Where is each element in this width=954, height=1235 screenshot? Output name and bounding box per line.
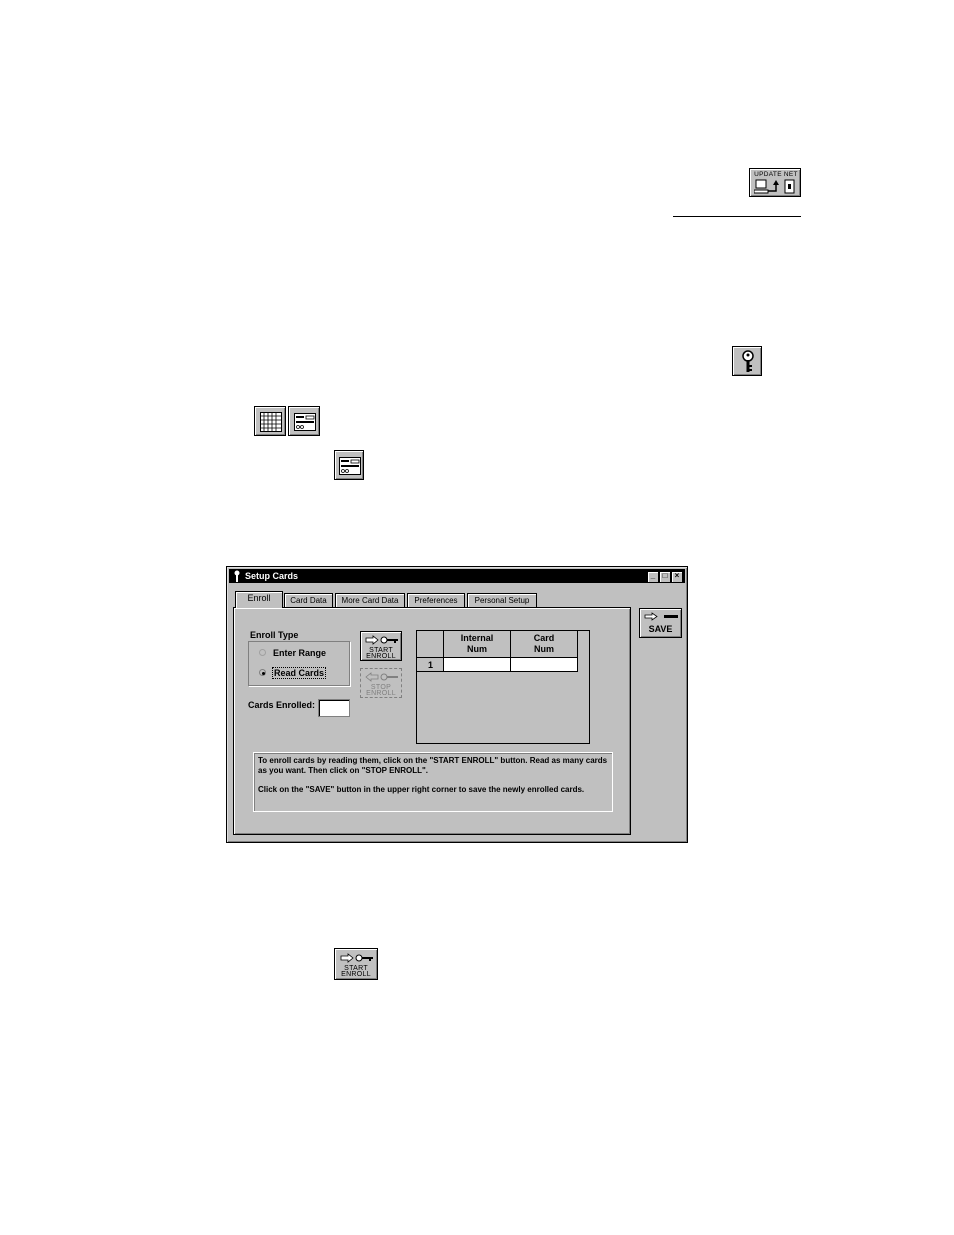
arrow-key-icon: [365, 672, 398, 682]
save-button[interactable]: SAVE: [639, 608, 682, 638]
key-icon: [742, 350, 754, 372]
grid-header-internal-num: Internal Num: [444, 631, 511, 658]
key-icon: [234, 570, 240, 582]
enroll-type-title: Enroll Type: [250, 630, 299, 640]
tab-enroll[interactable]: Enroll: [235, 591, 283, 608]
arrow-key-icon: [340, 953, 373, 963]
grid-header-internal-line1: Internal: [460, 633, 494, 643]
instructions-box: To enroll cards by reading them, click o…: [253, 752, 613, 812]
enter-range-label: Enter Range: [273, 648, 327, 658]
minimize-button[interactable]: _: [647, 571, 659, 583]
start-enroll-line2: ENROLL: [366, 653, 396, 660]
enroll-tab-panel: Enroll Type Enter Range Read Cards START…: [233, 607, 631, 835]
update-net-button[interactable]: UPDATE NET: [749, 168, 801, 197]
enroll-grid: Internal Num Card Num 1: [416, 630, 590, 744]
stop-enroll-line2: ENROLL: [366, 690, 396, 697]
instructions-para2: Click on the "SAVE" button in the upper …: [258, 785, 585, 794]
grid-corner: [417, 631, 444, 658]
read-cards-radio[interactable]: [259, 669, 266, 676]
enroll-type-group: Enter Range Read Cards: [248, 641, 350, 686]
arrow-save-icon: [644, 612, 678, 621]
start-enroll-icon-button[interactable]: START ENROLL: [334, 948, 378, 980]
update-net-label: UPDATE NET: [754, 171, 798, 178]
close-button[interactable]: ×: [671, 571, 683, 583]
cell-internal-num[interactable]: [444, 658, 511, 672]
key-button[interactable]: [732, 346, 762, 376]
grid-header-card-num: Card Num: [511, 631, 578, 658]
save-label: SAVE: [648, 624, 673, 634]
grid-view-button[interactable]: [254, 406, 286, 436]
tab-card-data[interactable]: Card Data: [284, 593, 333, 607]
tab-preferences[interactable]: Preferences: [407, 593, 465, 607]
form-icon: [294, 413, 316, 431]
divider-line: [673, 216, 801, 217]
enter-range-radio[interactable]: [259, 649, 266, 656]
grid-header-internal-line2: Num: [467, 644, 487, 654]
read-cards-label: Read Cards: [272, 667, 327, 679]
window-title: Setup Cards: [245, 571, 299, 581]
cell-card-num[interactable]: [511, 658, 578, 672]
stop-enroll-button[interactable]: STOP ENROLL: [360, 668, 402, 698]
card-form-button[interactable]: [334, 450, 364, 480]
table-row: 1: [417, 658, 444, 672]
cards-enrolled-field[interactable]: [318, 699, 350, 717]
instructions-para1: To enroll cards by reading them, click o…: [258, 756, 608, 775]
network-computer-icon: [754, 179, 795, 194]
cards-enrolled-label: Cards Enrolled:: [248, 700, 316, 710]
maximize-button[interactable]: □: [659, 571, 671, 583]
card-view-button[interactable]: [288, 406, 320, 436]
grid-header-card-line1: Card: [533, 633, 555, 643]
form-icon: [339, 457, 361, 475]
tab-personal-setup[interactable]: Personal Setup: [467, 593, 537, 607]
setup-cards-window: Setup Cards _ □ × Enroll Card Data More …: [226, 566, 688, 843]
grid-header-card-line2: Num: [534, 644, 554, 654]
start-enroll-button[interactable]: START ENROLL: [360, 631, 402, 661]
title-bar: Setup Cards _ □ ×: [229, 569, 685, 583]
row-index: 1: [427, 660, 433, 670]
tab-more-card-data[interactable]: More Card Data: [335, 593, 405, 607]
grid-icon: [260, 412, 282, 432]
start-enroll-icon-line2: ENROLL: [341, 971, 371, 978]
arrow-key-icon: [365, 635, 398, 645]
